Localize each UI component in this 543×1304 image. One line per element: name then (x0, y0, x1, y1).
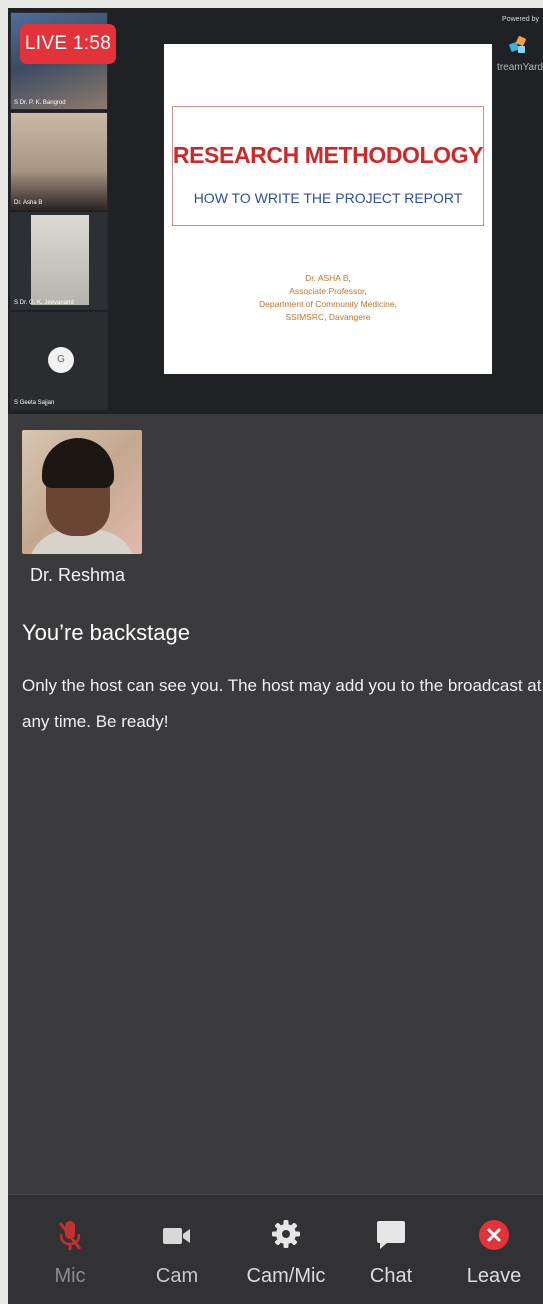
broadcast-preview: S Dr. P. K. Bangrod Dr. Asha B S Dr. G. … (8, 8, 543, 414)
cam-button[interactable]: Cam (127, 1195, 227, 1304)
leave-label: Leave (466, 1265, 522, 1287)
bottom-toolbar: Mic Cam Cam/Mic Chat Leave (8, 1194, 543, 1304)
participant-name: Dr. Asha B (14, 200, 43, 206)
powered-by-label: Powered by (502, 16, 539, 23)
participant-video (31, 215, 89, 305)
slide-subtitle: HOW TO WRITE THE PROJECT REPORT (193, 190, 463, 206)
slide-author-line: SSIMSRC, Davangere (285, 312, 371, 322)
chat-icon (377, 1221, 405, 1249)
streamyard-logo-text: treamYard (497, 62, 543, 73)
cam-mic-settings-button[interactable]: Cam/Mic (236, 1195, 336, 1304)
avatar: G (48, 347, 74, 373)
self-camera-name: Dr. Reshma (30, 565, 126, 585)
leave-button[interactable]: Leave (444, 1195, 543, 1304)
backstage-heading: You’re backstage (22, 620, 190, 645)
participant-name: S Dr. P. K. Bangrod (14, 100, 66, 106)
slide-author-line: Department of Community Medicine, (259, 299, 397, 309)
streamyard-guest-window: S Dr. P. K. Bangrod Dr. Asha B S Dr. G. … (8, 8, 543, 1304)
chat-button[interactable]: Chat (341, 1195, 441, 1304)
gear-icon (272, 1220, 300, 1248)
cam-label: Cam (155, 1265, 199, 1287)
self-camera-preview (22, 430, 142, 554)
participant-thumbnails: S Dr. P. K. Bangrod Dr. Asha B S Dr. G. … (10, 12, 108, 412)
camera-icon (163, 1228, 190, 1244)
slide-author-line: Associate Professor, (289, 286, 367, 296)
participant-name: S Geeta Sajjan (14, 400, 55, 406)
cam-mic-label: Cam/Mic (246, 1265, 326, 1287)
mic-button[interactable]: Mic (20, 1195, 120, 1304)
mic-label: Mic (54, 1265, 86, 1287)
streamyard-logo-icon (509, 36, 526, 53)
participant-name: S Dr. G. K. Jeevanand (14, 300, 74, 306)
slide-title: RESEARCH METHODOLOGY (172, 142, 484, 168)
participant-tile: Dr. Asha B (10, 112, 108, 210)
mic-muted-icon (58, 1221, 82, 1250)
leave-icon (479, 1220, 509, 1250)
presentation-slide: RESEARCH METHODOLOGY HOW TO WRITE THE PR… (164, 44, 492, 374)
slide-author-block: Dr. ASHA B, Associate Professor, Departm… (164, 272, 492, 324)
live-timer-badge: LIVE 1:58 (20, 24, 116, 64)
chat-label: Chat (369, 1265, 413, 1287)
slide-author-line: Dr. ASHA B, (305, 273, 351, 283)
backstage-message: Only the host can see you. The host may … (22, 676, 542, 731)
participant-tile: S Dr. G. K. Jeevanand (10, 212, 108, 310)
participant-tile: G S Geeta Sajjan (10, 312, 108, 410)
